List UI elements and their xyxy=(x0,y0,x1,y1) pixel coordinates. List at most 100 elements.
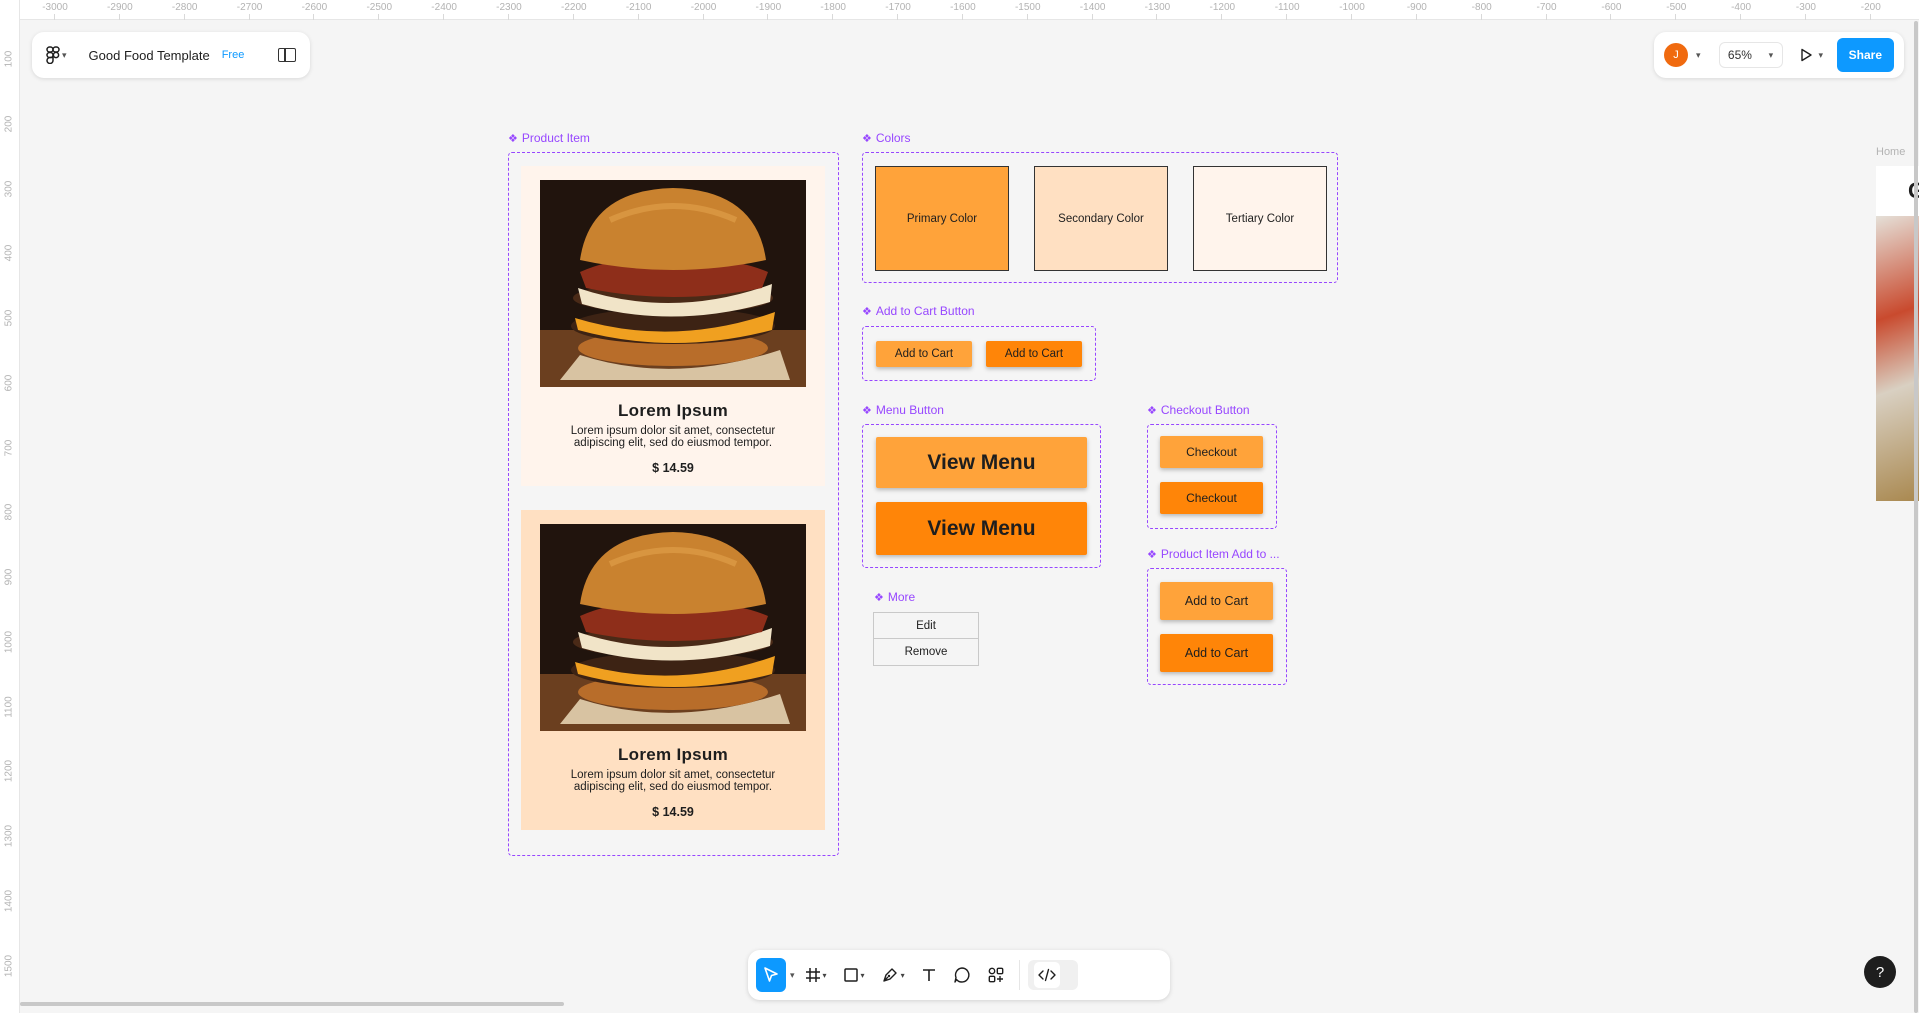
product-card[interactable]: Lorem Ipsum Lorem ipsum dolor sit amet, … xyxy=(521,510,825,830)
pen-icon xyxy=(882,968,897,982)
view-menu-button[interactable]: View Menu xyxy=(876,502,1087,555)
main-menu-button[interactable]: ▾ xyxy=(46,46,67,64)
share-button[interactable]: Share xyxy=(1836,38,1894,72)
ruler-tick xyxy=(1480,14,1482,20)
ruler-tick xyxy=(378,14,380,20)
chevron-down-icon[interactable]: ▾ xyxy=(790,970,795,981)
checkout-button[interactable]: Checkout xyxy=(1160,482,1263,514)
move-tool[interactable] xyxy=(756,958,786,992)
frame-label-checkout[interactable]: ❖ Checkout Button xyxy=(1147,403,1250,417)
product-price: $ 14.59 xyxy=(652,805,694,819)
bottom-toolbar: ▾ ▾ ▾ ▾ xyxy=(748,950,1170,1000)
component-icon: ❖ xyxy=(862,404,872,417)
zoom-level: 65% xyxy=(1727,48,1752,62)
ruler-tick-label: 900 xyxy=(3,568,15,586)
chevron-down-icon: ▾ xyxy=(860,970,865,980)
chevron-down-icon[interactable]: ▾ xyxy=(1696,50,1701,61)
text-tool[interactable] xyxy=(915,958,943,992)
dev-mode-toggle[interactable] xyxy=(1027,960,1078,990)
ruler-tick-label: -2600 xyxy=(301,2,328,13)
secondary-color-swatch[interactable]: Secondary Color xyxy=(1034,166,1168,271)
more-menu: Edit Remove xyxy=(873,612,979,666)
shape-tool[interactable]: ▾ xyxy=(837,958,871,992)
comment-bubble-icon xyxy=(953,967,970,983)
product-description: Lorem ipsum dolor sit amet, consectetur … xyxy=(570,425,776,449)
frame-label-text: Menu Button xyxy=(875,403,944,417)
primary-color-swatch[interactable]: Primary Color xyxy=(875,166,1009,271)
checkout-button[interactable]: Checkout xyxy=(1160,436,1263,468)
product-card[interactable]: Lorem Ipsum Lorem ipsum dolor sit amet, … xyxy=(521,166,825,486)
chevron-down-icon: ▾ xyxy=(1818,49,1824,60)
ruler-tick-label: 800 xyxy=(3,503,15,521)
component-icon: ❖ xyxy=(862,305,872,318)
tertiary-color-swatch[interactable]: Tertiary Color xyxy=(1193,166,1327,271)
ruler-tick-label: 100 xyxy=(3,50,15,68)
actions-tool[interactable] xyxy=(981,958,1011,992)
ruler-tick-label: 600 xyxy=(3,374,15,392)
user-avatar[interactable]: J xyxy=(1664,43,1688,67)
more-item-remove[interactable]: Remove xyxy=(873,639,979,666)
ruler-tick-label: -1500 xyxy=(1014,2,1041,13)
ruler-tick xyxy=(1869,14,1871,20)
frame-label-product-add[interactable]: ❖ Product Item Add to ... xyxy=(1147,547,1280,561)
frame-label-product-item[interactable]: ❖ Product Item xyxy=(508,131,590,145)
home-frame-label[interactable]: Home xyxy=(1876,146,1905,158)
ruler-tick-label: -1100 xyxy=(1274,2,1300,13)
file-menu-bar: ▾ Good Food Template Free xyxy=(32,32,310,78)
plan-badge[interactable]: Free xyxy=(222,49,245,61)
frame-label-text: Add to Cart Button xyxy=(875,304,975,318)
chevron-down-icon: ▾ xyxy=(1768,49,1774,60)
add-to-cart-button[interactable]: Add to Cart xyxy=(876,341,972,367)
ruler-tick-label: -2800 xyxy=(171,2,198,13)
frame-label-text: Product Item xyxy=(521,131,590,145)
ruler-tick xyxy=(1156,14,1158,20)
component-icon: ❖ xyxy=(1147,404,1157,417)
help-button[interactable]: ? xyxy=(1864,956,1896,988)
file-name[interactable]: Good Food Template xyxy=(89,48,210,63)
add-to-cart-button[interactable]: Add to Cart xyxy=(986,341,1082,367)
frame-label-menu-button[interactable]: ❖ Menu Button xyxy=(862,403,944,417)
frame-tool[interactable]: ▾ xyxy=(799,958,833,992)
ruler-tick-label: -3000 xyxy=(42,2,68,13)
component-icon: ❖ xyxy=(862,132,872,145)
pen-tool[interactable]: ▾ xyxy=(875,958,911,992)
comment-tool[interactable] xyxy=(947,958,977,992)
ruler-tick-label: -1600 xyxy=(950,2,976,13)
ruler-tick-label: -2200 xyxy=(561,2,587,13)
component-icon: ❖ xyxy=(508,132,518,145)
ruler-tick xyxy=(183,14,185,20)
header-right-bar: J ▾ 65% ▾ ▾ Share xyxy=(1654,32,1904,78)
ruler-tick xyxy=(1026,14,1028,20)
product-add-to-cart-button[interactable]: Add to Cart xyxy=(1160,634,1273,672)
ruler-tick-label: -600 xyxy=(1601,2,1622,13)
product-add-to-cart-button[interactable]: Add to Cart xyxy=(1160,582,1273,620)
ruler-tick-label: 200 xyxy=(3,115,15,133)
zoom-dropdown[interactable]: 65% ▾ xyxy=(1718,42,1783,68)
view-menu-button[interactable]: View Menu xyxy=(876,437,1087,488)
toolbar-divider xyxy=(1018,960,1020,990)
frame-label-more[interactable]: ❖ More xyxy=(874,590,915,604)
more-item-edit[interactable]: Edit xyxy=(873,612,979,639)
ruler-tick-label: -2300 xyxy=(496,2,522,13)
present-button[interactable]: ▾ xyxy=(1799,48,1824,62)
component-icon: ❖ xyxy=(1147,548,1157,561)
ruler-tick-label: -2400 xyxy=(431,2,457,13)
ruler-tick-label: -1200 xyxy=(1209,2,1236,13)
ruler-tick xyxy=(1804,14,1806,20)
frame-hash-icon xyxy=(805,968,820,982)
toggle-sidebar-icon[interactable] xyxy=(278,48,296,62)
ruler-tick-label: -700 xyxy=(1536,2,1557,13)
product-title: Lorem Ipsum xyxy=(617,745,729,764)
ruler-tick-label: -2900 xyxy=(107,2,133,13)
cursor-arrow-icon xyxy=(764,967,778,982)
vertical-scrollbar[interactable] xyxy=(1914,21,1918,1013)
text-icon xyxy=(922,969,935,981)
frame-label-add-to-cart[interactable]: ❖ Add to Cart Button xyxy=(862,304,975,318)
left-ruler: 100 200 300 400 500 600 700 800 900 1000 1100 1200 1… xyxy=(0,0,20,1013)
frame-label-colors[interactable]: ❖ Colors xyxy=(862,131,911,145)
actions-grid-icon xyxy=(988,967,1003,983)
ruler-tick-label: -200 xyxy=(1860,2,1881,13)
burger-image xyxy=(540,524,806,731)
horizontal-scrollbar[interactable] xyxy=(20,1002,564,1006)
ruler-tick xyxy=(637,14,639,20)
